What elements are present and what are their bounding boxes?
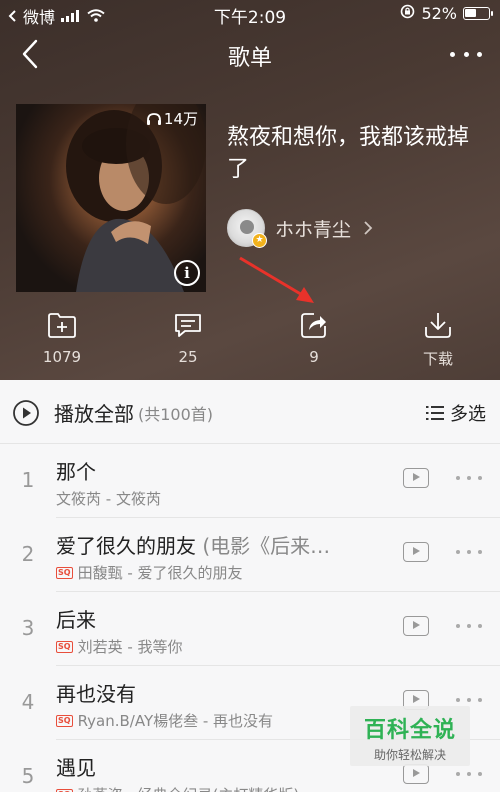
more-horizontal-icon: [450, 51, 455, 57]
info-icon[interactable]: i: [174, 260, 200, 286]
more-horizontal-icon: [456, 550, 460, 554]
song-index: 5: [21, 764, 35, 788]
sq-badge: SQ: [56, 714, 73, 727]
battery-percent: 52%: [421, 4, 457, 23]
play-count: 14万: [146, 108, 198, 129]
sq-badge: SQ: [56, 640, 73, 653]
song-row[interactable]: 2 爱了很久的朋友 (电影《后来… SQ 田馥甄 - 爱了很久的朋友: [0, 518, 500, 592]
song-title-text: 爱了很久的朋友: [56, 534, 196, 558]
song-title: 后来: [56, 604, 386, 633]
play-count-value: 14万: [163, 110, 198, 128]
song-row[interactable]: 1 那个文筱芮 - 文筱芮: [0, 444, 500, 518]
headphones-icon: [146, 112, 161, 125]
annotation-arrow: [239, 256, 314, 303]
avatar: ★: [227, 209, 267, 248]
song-index: 2: [21, 542, 35, 566]
song-meta: SQ 田馥甄 - 爱了很久的朋友: [56, 562, 386, 583]
song-title-text: 再也没有: [56, 682, 136, 706]
play-all-button[interactable]: 播放全部 (共100首): [12, 398, 213, 427]
page-title: 歌单: [227, 46, 272, 71]
creator-link[interactable]: ★ ホホ青尘: [227, 208, 373, 248]
sq-badge: SQ: [56, 788, 73, 792]
back-button[interactable]: [14, 34, 54, 74]
action-bar: 1079 25 9 下载: [0, 308, 500, 374]
watermark: 百科全说 助你轻松解决: [350, 706, 470, 766]
song-index: 3: [21, 616, 35, 640]
song-more-button[interactable]: [456, 550, 482, 556]
song-meta: SQ 孙燕姿 - 经典全纪录(主打精华版): [56, 784, 386, 792]
more-horizontal-icon: [456, 698, 460, 702]
song-count: (共100首): [138, 404, 214, 424]
mv-play-icon[interactable]: [403, 468, 429, 488]
song-title-text: 后来: [56, 608, 96, 632]
download-label: 下载: [422, 350, 453, 368]
song-alias: (电影《后来…: [196, 534, 331, 558]
song-meta: 文筱芮 - 文筱芮: [56, 488, 386, 509]
collect-button[interactable]: 1079: [12, 308, 112, 366]
song-title: 那个: [56, 456, 386, 485]
watermark-title: 百科全说: [363, 718, 456, 743]
playlist-title: 熬夜和想你，我都该戒掉了: [227, 125, 470, 182]
song-more-button[interactable]: [456, 698, 482, 704]
comment-count: 25: [178, 348, 198, 366]
mv-play-icon[interactable]: [403, 542, 429, 562]
song-more-button[interactable]: [456, 624, 482, 630]
song-artist-album: 刘若英 - 我等你: [77, 638, 183, 656]
song-title-text: 那个: [56, 460, 96, 484]
song-index: 4: [21, 690, 35, 714]
song-artist-album: 田馥甄 - 爱了很久的朋友: [77, 564, 243, 582]
nav-bar: 歌单: [0, 28, 500, 82]
chevron-left-icon: [22, 39, 38, 69]
playlist-cover[interactable]: 14万 i: [16, 104, 206, 292]
song-more-button[interactable]: [456, 476, 482, 482]
song-meta: SQ Ryan.B/AY楊佬叁 - 再也没有: [56, 710, 386, 731]
star-badge-icon: ★: [252, 233, 267, 248]
song-meta: SQ 刘若英 - 我等你: [56, 636, 386, 657]
multi-select-label: 多选: [450, 404, 486, 425]
add-folder-icon: [48, 313, 76, 338]
play-all-label: 播放全部: [54, 402, 134, 426]
more-options-button[interactable]: [446, 40, 486, 68]
watermark-subtitle: 助你轻松解决: [373, 748, 446, 762]
share-count: 9: [309, 348, 319, 366]
song-more-button[interactable]: [456, 772, 482, 778]
song-title: 爱了很久的朋友 (电影《后来…: [56, 530, 386, 559]
collect-count: 1079: [42, 348, 82, 366]
comment-button[interactable]: 25: [138, 308, 238, 366]
share-icon: [301, 313, 326, 338]
play-circle-icon: [13, 399, 39, 426]
song-index: 1: [21, 468, 35, 492]
multi-select-button[interactable]: 多选: [426, 400, 486, 426]
share-button[interactable]: 9: [264, 308, 364, 366]
song-title: 遇见: [56, 752, 386, 781]
more-horizontal-icon: [456, 624, 460, 628]
song-artist-album: Ryan.B/AY楊佬叁 - 再也没有: [77, 712, 274, 730]
battery-icon: [463, 7, 493, 20]
chevron-right-icon: [364, 221, 373, 235]
song-artist-album: 文筱芮 - 文筱芮: [56, 490, 161, 508]
download-icon: [425, 313, 451, 338]
more-horizontal-icon: [456, 476, 460, 480]
mv-play-icon[interactable]: [403, 616, 429, 636]
song-artist-album: 孙燕姿 - 经典全纪录(主打精华版): [78, 784, 300, 792]
play-all-row: 播放全部 (共100首) 多选: [0, 380, 500, 444]
download-button[interactable]: 下载: [388, 308, 488, 369]
comment-icon: [175, 314, 201, 337]
playlist-header: 微博 下午2:09 52% 歌单 14万 i 熬夜和想你，我都该戒掉了 ★ ホホ…: [0, 0, 500, 380]
song-title-text: 遇见: [56, 756, 96, 780]
sq-badge: SQ: [56, 566, 73, 579]
mv-play-icon[interactable]: [403, 764, 429, 784]
song-title: 再也没有: [56, 678, 386, 707]
creator-name: ホホ青尘: [275, 218, 352, 241]
list-icon: [426, 406, 444, 420]
status-bar: 微博 下午2:09 52%: [0, 0, 500, 28]
rotation-lock-icon: [400, 4, 415, 23]
song-row[interactable]: 3 后来 SQ 刘若英 - 我等你: [0, 592, 500, 666]
more-horizontal-icon: [456, 772, 460, 776]
